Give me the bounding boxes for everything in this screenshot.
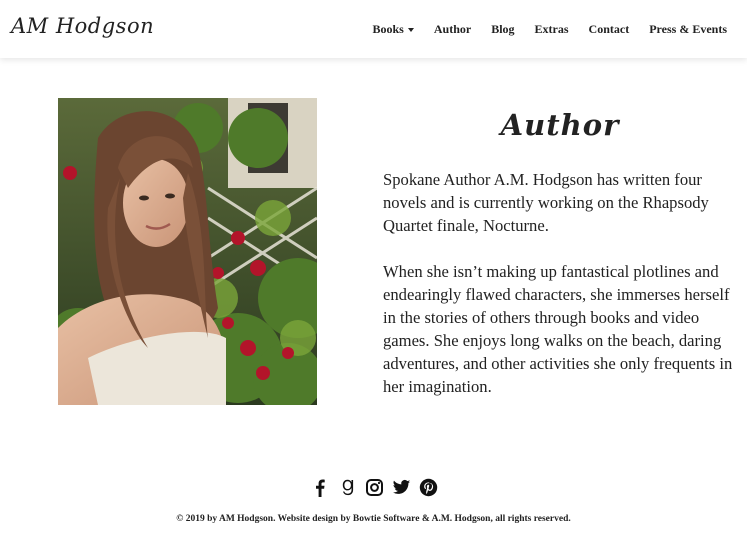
- bio-paragraph: Spokane Author A.M. Hodgson has written …: [383, 170, 709, 235]
- author-bio: Spokane Author A.M. Hodgson has written …: [383, 168, 738, 398]
- site-header: AM Hodgson Books Author Blog Extras Cont…: [0, 0, 747, 58]
- page-title: Author: [500, 108, 620, 142]
- nav-books-label: Books: [372, 22, 404, 36]
- goodreads-icon[interactable]: [338, 478, 357, 497]
- brand-logo[interactable]: AM Hodgson: [11, 14, 154, 38]
- copyright-notice: © 2019 by AM Hodgson. Website design by …: [176, 514, 571, 524]
- bio-paragraph: When she isn’t making up fantastical plo…: [383, 262, 733, 396]
- nav-extras[interactable]: Extras: [535, 22, 569, 37]
- author-photo: [58, 98, 317, 405]
- nav-books[interactable]: Books: [373, 22, 414, 37]
- nav-author[interactable]: Author: [434, 22, 471, 37]
- twitter-icon[interactable]: [392, 478, 411, 497]
- chevron-down-icon: [407, 27, 414, 32]
- facebook-icon[interactable]: [311, 478, 330, 497]
- instagram-icon[interactable]: [365, 478, 384, 497]
- nav-press-events[interactable]: Press & Events: [649, 22, 727, 37]
- nav-contact[interactable]: Contact: [589, 22, 630, 37]
- main-nav: Books Author Blog Extras Contact Press &…: [353, 22, 728, 37]
- social-links: [311, 478, 438, 497]
- pinterest-icon[interactable]: [419, 478, 438, 497]
- nav-blog[interactable]: Blog: [491, 22, 514, 37]
